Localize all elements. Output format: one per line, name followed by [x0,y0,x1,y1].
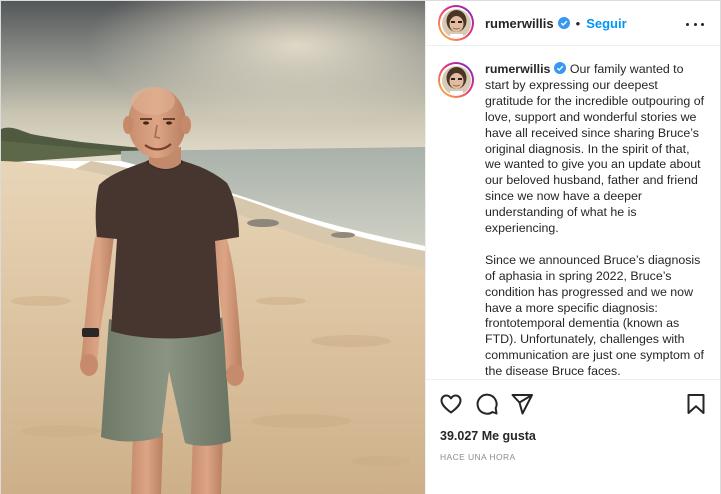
instagram-post: rumerwillis • Seguir rumerwillis Our fam… [0,0,721,494]
caption-text: rumerwillis Our family wanted to start b… [485,62,706,379]
post-photo[interactable] [1,1,425,494]
paper-plane-icon[interactable] [510,392,534,416]
post-header: rumerwillis • Seguir [426,1,720,46]
likes-count[interactable]: 39.027 Me gusta [440,429,536,443]
beach-photo [1,1,425,494]
avatar-image [441,65,471,95]
caption-paragraph-1: Our family wanted to start by expressing… [485,62,705,236]
author-username[interactable]: rumerwillis [485,16,554,31]
more-options-icon[interactable] [686,15,704,33]
heart-icon[interactable] [439,392,463,416]
verified-badge-icon [554,62,567,74]
post-side-panel: rumerwillis • Seguir rumerwillis Our fam… [425,1,720,494]
follow-button[interactable]: Seguir [586,16,626,31]
caption-author-avatar[interactable] [438,62,474,98]
caption-username[interactable]: rumerwillis [485,62,550,76]
verified-badge-icon [557,17,570,29]
avatar-image [441,8,471,38]
caption-section[interactable]: rumerwillis Our family wanted to start b… [426,47,720,379]
separator-dot: • [575,15,581,31]
author-avatar[interactable] [438,5,474,41]
action-bar [426,379,720,425]
post-timestamp[interactable]: HACE UNA HORA [440,452,516,462]
comment-bubble-icon[interactable] [475,392,499,416]
bookmark-icon[interactable] [684,392,708,416]
caption-paragraph-2: Since we announced Bruce’s diagnosis of … [485,252,704,379]
caption-paragraph: rumerwillis Our family wanted to start b… [485,62,706,237]
